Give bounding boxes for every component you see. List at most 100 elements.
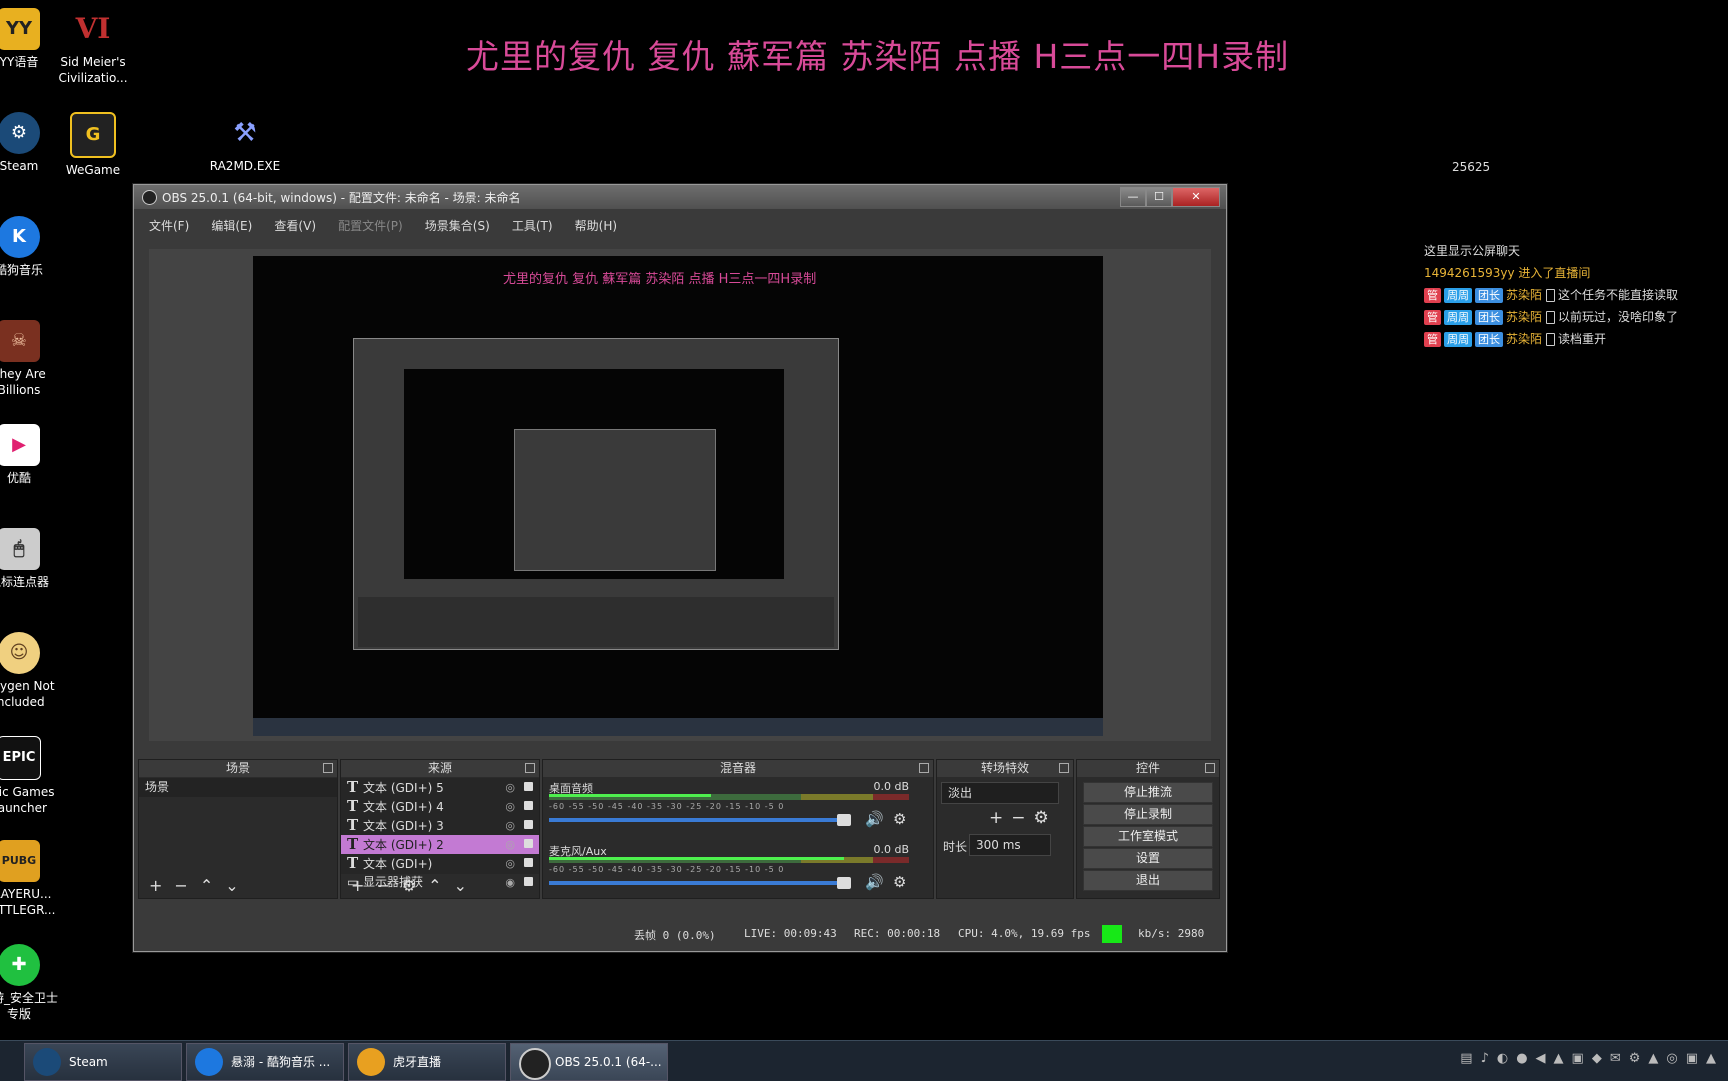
fan-badge: 周周 — [1444, 288, 1472, 303]
visibility-icon[interactable]: ◉ — [505, 873, 515, 892]
stop-recording-button[interactable]: 停止录制 — [1083, 804, 1213, 825]
desktop-icon-epic[interactable]: EPICEpic Games Launcher — [0, 736, 62, 816]
lock-icon[interactable] — [524, 801, 533, 810]
move-down-icon[interactable]: ⌄ — [225, 876, 238, 895]
source-item[interactable]: T 文本 (GDI+) ◎ — [341, 854, 539, 873]
chat-username: 苏染陌 — [1506, 288, 1543, 302]
visibility-icon[interactable]: ◎ — [505, 816, 515, 835]
gear-icon[interactable]: ⚙ — [893, 873, 906, 891]
lock-icon[interactable] — [524, 820, 533, 829]
visibility-icon[interactable]: ◎ — [505, 797, 515, 816]
maximize-button[interactable]: ☐ — [1146, 187, 1172, 207]
obs-icon — [519, 1048, 551, 1080]
nested-taskbar — [253, 718, 1103, 736]
desktop-icon-kugou[interactable]: K 酷狗音乐 — [0, 216, 62, 278]
gear-icon[interactable]: ⚙ — [1034, 808, 1057, 828]
desktop-icon-oxygen[interactable]: ☺Oxygen Not Included — [0, 632, 62, 710]
studio-mode-button[interactable]: 工作室模式 — [1083, 826, 1213, 847]
desktop-icon-ra2md[interactable]: ⚒ RA2MD.EXE — [202, 112, 288, 174]
source-item-selected[interactable]: T 文本 (GDI+) 2 ◎ — [341, 835, 539, 854]
volume-slider[interactable] — [549, 818, 849, 822]
speaker-icon[interactable]: 🔊 — [865, 873, 884, 891]
steam-icon: ⚙ — [0, 112, 40, 154]
remove-scene-icon[interactable]: − — [174, 876, 187, 895]
nested-overlay-title: 尤里的复仇 复仇 蘇军篇 苏染陌 点播 H三点一四H录制 — [503, 272, 817, 287]
volume-slider[interactable] — [549, 881, 849, 885]
nested-obs-window — [353, 338, 839, 650]
move-up-icon[interactable]: ⌃ — [200, 876, 213, 895]
mixer-dock: 混音器 桌面音频 0.0 dB -60 -55 -50 -45 -40 -35 … — [542, 759, 934, 899]
add-source-icon[interactable]: + — [351, 876, 364, 895]
close-button[interactable]: ✕ — [1172, 187, 1220, 207]
mouse-icon: 🖱 — [0, 528, 40, 570]
menu-file[interactable]: 文件(F) — [149, 217, 189, 234]
menu-tools[interactable]: 工具(T) — [512, 217, 553, 234]
exit-button[interactable]: 退出 — [1083, 870, 1213, 891]
lock-icon[interactable] — [524, 877, 533, 886]
visibility-icon[interactable]: ◎ — [505, 835, 515, 854]
menu-profile: 配置文件(P) — [338, 219, 403, 233]
remove-transition-icon[interactable]: − — [1011, 808, 1033, 828]
minimize-button[interactable]: — — [1120, 187, 1146, 207]
source-item[interactable]: T 文本 (GDI+) 3 ◎ — [341, 816, 539, 835]
meter-level — [549, 794, 711, 797]
taskbar-item-steam[interactable]: Steam — [24, 1043, 182, 1081]
source-item[interactable]: T 文本 (GDI+) 5 ◎ — [341, 778, 539, 797]
taskbar-item-obs[interactable]: OBS 25.0.1 (64-... — [510, 1043, 668, 1081]
stop-streaming-button[interactable]: 停止推流 — [1083, 782, 1213, 803]
visibility-icon[interactable]: ◎ — [505, 854, 515, 873]
taskbar-item-kugou[interactable]: 悬溺 - 酷狗音乐 ... — [186, 1043, 344, 1081]
chat-text: 以前玩过，没啥印象了 — [1558, 310, 1679, 324]
undock-icon[interactable] — [1059, 763, 1069, 773]
desktop-icon-security[interactable]: ✚网游_安全卫士专版 — [0, 944, 62, 1022]
remove-source-icon[interactable]: − — [376, 876, 389, 895]
rec-timer: REC: 00:00:18 — [854, 927, 941, 940]
undock-icon[interactable] — [323, 763, 333, 773]
system-tray[interactable]: ▤♪◐●◀▲▣◆✉⚙▲◎▣▲ — [1460, 1051, 1724, 1066]
menu-edit[interactable]: 编辑(E) — [211, 217, 252, 234]
desktop-icon-civilization[interactable]: VI Sid Meier's Civilizatio... — [50, 8, 136, 86]
meter-scale: -60 -55 -50 -45 -40 -35 -30 -25 -20 -15 … — [549, 865, 785, 874]
volume-slider-handle[interactable] — [837, 814, 851, 826]
gear-icon[interactable]: ⚙ — [893, 810, 906, 828]
taskbar-item-huya[interactable]: 虎牙直播 — [348, 1043, 506, 1081]
add-scene-icon[interactable]: + — [149, 876, 162, 895]
desktop-icon-they-are-billions[interactable]: ☠They Are Billions — [0, 320, 62, 398]
duration-input[interactable]: 300 ms — [969, 834, 1051, 856]
epic-icon: EPIC — [0, 736, 41, 780]
menu-scene-collection[interactable]: 场景集合(S) — [425, 217, 490, 234]
source-item[interactable]: T 文本 (GDI+) 4 ◎ — [341, 797, 539, 816]
lock-icon[interactable] — [524, 858, 533, 867]
fan-badge: 周周 — [1444, 310, 1472, 325]
desktop-icon-pubg[interactable]: PUBGPLAYERU... BATTLEGR... — [0, 840, 62, 918]
obs-titlebar[interactable]: OBS 25.0.1 (64-bit, windows) - 配置文件: 未命名… — [134, 185, 1226, 209]
preview-canvas[interactable]: 尤里的复仇 复仇 蘇军篇 苏染陌 点播 H三点一四H录制 — [253, 256, 1103, 736]
text-source-icon: T — [347, 835, 359, 853]
add-transition-icon[interactable]: + — [989, 808, 1011, 828]
speaker-icon[interactable]: 🔊 — [865, 810, 884, 828]
undock-icon[interactable] — [1205, 763, 1215, 773]
undock-icon[interactable] — [919, 763, 929, 773]
desktop-icon-youku[interactable]: ▶ 优酷 — [0, 424, 62, 486]
preview-area[interactable]: 尤里的复仇 复仇 蘇军篇 苏染陌 点播 H三点一四H录制 — [149, 249, 1211, 741]
yy-icon: YY — [0, 8, 40, 50]
move-up-icon[interactable]: ⌃ — [428, 876, 441, 895]
lock-icon[interactable] — [524, 782, 533, 791]
window-title: OBS 25.0.1 (64-bit, windows) - 配置文件: 未命名… — [162, 191, 521, 205]
visibility-icon[interactable]: ◎ — [505, 778, 515, 797]
chat-message: 管周周 团长 苏染陌 以前玩过，没啥印象了 — [1424, 306, 1728, 328]
volume-slider-handle[interactable] — [837, 877, 851, 889]
desktop-icon-autoclicker[interactable]: 🖱鼠标连点器 — [0, 528, 62, 590]
desktop-icon-wegame[interactable]: G WeGame — [50, 112, 136, 178]
source-properties-gear-icon[interactable]: ⚙ — [402, 876, 416, 895]
undock-icon[interactable] — [525, 763, 535, 773]
transition-select[interactable]: 淡出 — [941, 782, 1059, 804]
controls-dock: 控件 停止推流 停止录制 工作室模式 设置 退出 — [1076, 759, 1220, 899]
move-down-icon[interactable]: ⌄ — [454, 876, 467, 895]
menu-help[interactable]: 帮助(H) — [575, 217, 617, 234]
settings-button[interactable]: 设置 — [1083, 848, 1213, 869]
scene-item[interactable]: 场景 — [139, 778, 337, 797]
admin-badge: 管 — [1424, 288, 1441, 303]
menu-view[interactable]: 查看(V) — [274, 217, 316, 234]
lock-icon[interactable] — [524, 839, 533, 848]
